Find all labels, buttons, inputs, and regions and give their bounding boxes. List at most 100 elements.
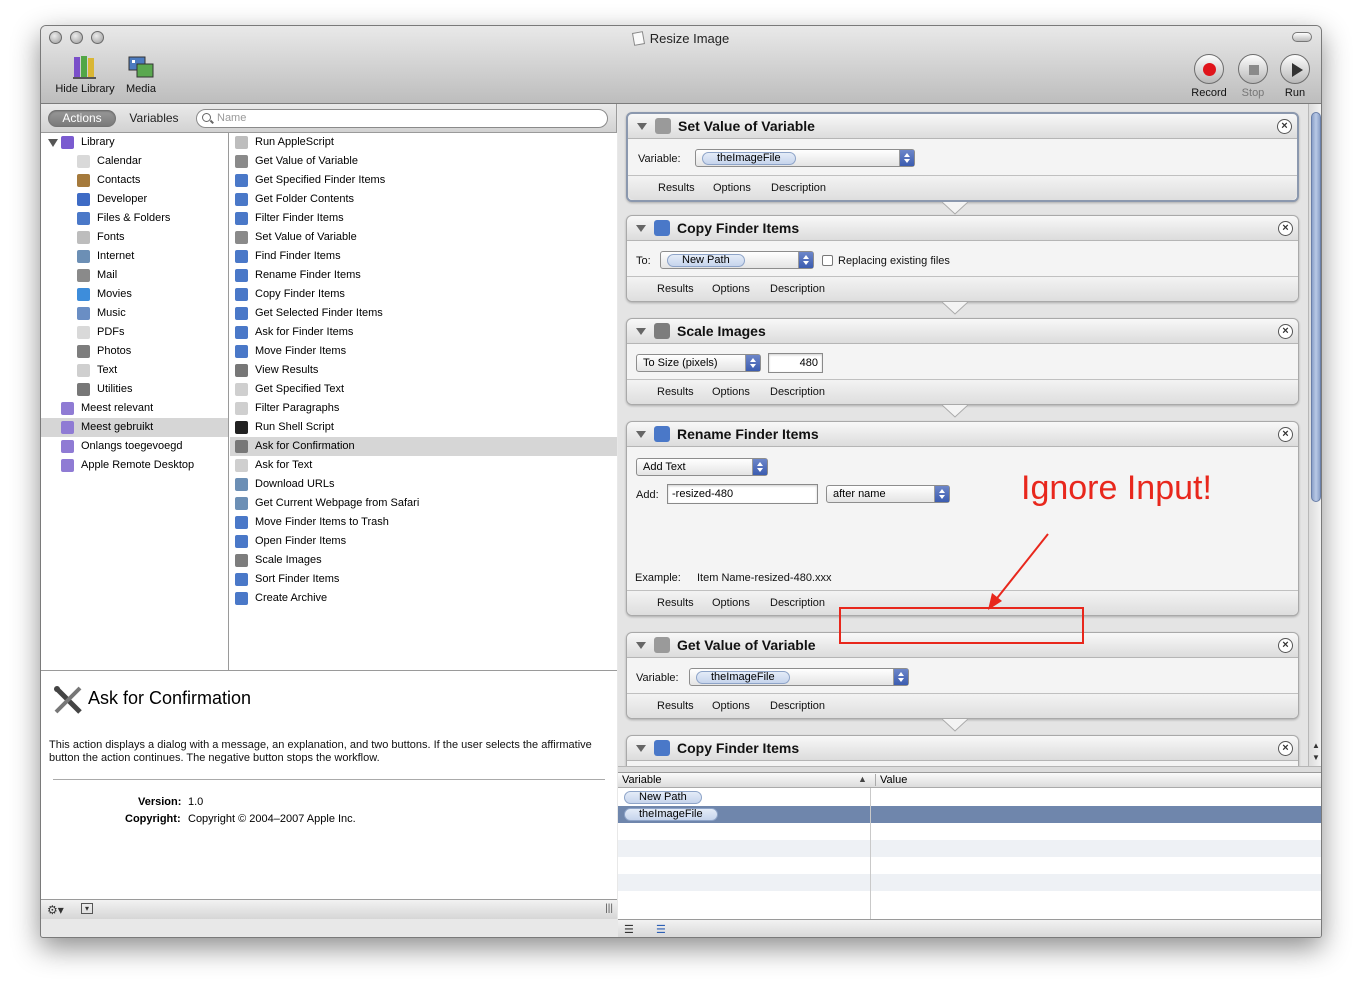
add-text-field[interactable]: -resized-480 [667, 484, 818, 504]
actions-tab[interactable]: Actions [48, 110, 116, 127]
close-action-icon[interactable]: × [1278, 221, 1293, 236]
search-input[interactable]: Name [196, 109, 608, 128]
sidebar-item[interactable]: Photos [41, 342, 228, 361]
action-list-item[interactable]: Set Value of Variable [230, 228, 617, 247]
results-tab[interactable]: Results [658, 182, 695, 194]
options-tab[interactable]: Options [712, 700, 750, 712]
gear-icon[interactable]: ⚙▾ [47, 903, 64, 917]
sidebar-item[interactable]: Files & Folders [41, 209, 228, 228]
description-tab[interactable]: Description [771, 182, 826, 194]
rename-finder-items-action[interactable]: Rename Finder Items × Add Text Add: -res… [626, 421, 1299, 616]
action-list-item[interactable]: Sort Finder Items [230, 570, 617, 589]
disclosure-triangle-icon[interactable] [48, 139, 58, 147]
sidebar-item[interactable]: Library [41, 133, 228, 152]
variable-popup[interactable]: theImageFile [695, 149, 915, 167]
table-row[interactable]: New Path [618, 789, 1321, 806]
action-list-item[interactable]: Get Selected Finder Items [230, 304, 617, 323]
sidebar-item[interactable]: Calendar [41, 152, 228, 171]
resize-handle-icon[interactable]: ||| [605, 903, 613, 914]
toggle-description-button[interactable]: ▾ [81, 903, 93, 914]
replace-checkbox[interactable] [822, 255, 833, 266]
action-list-item[interactable]: Ask for Text [230, 456, 617, 475]
options-tab[interactable]: Options [712, 597, 750, 609]
close-action-icon[interactable]: × [1278, 741, 1293, 756]
hide-library-button[interactable]: Hide Library [50, 54, 120, 95]
action-list-item[interactable]: Filter Finder Items [230, 209, 617, 228]
size-field[interactable]: 480 [768, 353, 823, 373]
action-list-item[interactable]: Get Folder Contents [230, 190, 617, 209]
disclosure-triangle-icon[interactable] [636, 642, 646, 649]
scrollbar-thumb[interactable] [1311, 112, 1321, 502]
sidebar-item[interactable]: Utilities [41, 380, 228, 399]
close-action-icon[interactable]: × [1278, 324, 1293, 339]
options-tab[interactable]: Options [713, 182, 751, 194]
description-tab[interactable]: Description [770, 283, 825, 295]
action-list-item[interactable]: Filter Paragraphs [230, 399, 617, 418]
variable-column-header[interactable]: Variable [622, 774, 662, 786]
stop-button[interactable]: Stop [1233, 54, 1273, 99]
scroll-up-icon[interactable]: ▲ [1312, 741, 1320, 750]
action-list-item[interactable]: Open Finder Items [230, 532, 617, 551]
sidebar-item[interactable]: PDFs [41, 323, 228, 342]
action-list-item[interactable]: Copy Finder Items [230, 285, 617, 304]
sidebar-item[interactable]: Music [41, 304, 228, 323]
destination-popup[interactable]: New Path [660, 251, 814, 269]
sidebar-item[interactable]: Movies [41, 285, 228, 304]
copy-finder-items-action-2[interactable]: Copy Finder Items × [626, 735, 1299, 766]
action-list-item[interactable]: Move Finder Items to Trash [230, 513, 617, 532]
sidebar-item[interactable]: Fonts [41, 228, 228, 247]
action-list-item[interactable]: Get Current Webpage from Safari [230, 494, 617, 513]
options-tab[interactable]: Options [712, 283, 750, 295]
variables-tab[interactable]: Variables [121, 110, 187, 127]
sidebar-item[interactable]: Meest gebruikt [41, 418, 228, 437]
action-list-item[interactable]: Run Shell Script [230, 418, 617, 437]
disclosure-triangle-icon[interactable] [636, 225, 646, 232]
action-list-item[interactable]: Find Finder Items [230, 247, 617, 266]
action-list-item[interactable]: Get Specified Text [230, 380, 617, 399]
sidebar-item[interactable]: Contacts [41, 171, 228, 190]
action-list-item[interactable]: Ask for Confirmation [230, 437, 617, 456]
rename-mode-popup[interactable]: Add Text [636, 458, 768, 476]
variable-popup[interactable]: theImageFile [689, 668, 909, 686]
disclosure-triangle-icon[interactable] [636, 745, 646, 752]
list-view-icon[interactable]: ☰ [624, 923, 634, 936]
close-action-icon[interactable]: × [1277, 119, 1292, 134]
scale-mode-popup[interactable]: To Size (pixels) [636, 354, 761, 372]
sidebar-item[interactable]: Onlangs toegevoegd [41, 437, 228, 456]
sidebar-item[interactable]: Internet [41, 247, 228, 266]
sidebar-item[interactable]: Mail [41, 266, 228, 285]
action-list-item[interactable]: View Results [230, 361, 617, 380]
close-action-icon[interactable]: × [1278, 427, 1293, 442]
sidebar-item[interactable]: Developer [41, 190, 228, 209]
action-list-item[interactable]: Move Finder Items [230, 342, 617, 361]
results-tab[interactable]: Results [657, 283, 694, 295]
variables-view-icon[interactable]: ☰ [656, 923, 666, 936]
copy-finder-items-action[interactable]: Copy Finder Items × To: New Path Replaci… [626, 215, 1299, 302]
set-value-of-variable-action[interactable]: Set Value of Variable × Variable: theIma… [626, 112, 1299, 202]
get-value-of-variable-action[interactable]: Get Value of Variable × Variable: theIma… [626, 632, 1299, 719]
action-list-item[interactable]: Get Value of Variable [230, 152, 617, 171]
action-list-item[interactable]: Rename Finder Items [230, 266, 617, 285]
description-tab[interactable]: Description [770, 700, 825, 712]
table-row-selected[interactable]: theImageFile [618, 806, 1321, 823]
action-list-item[interactable]: Run AppleScript [230, 133, 617, 152]
disclosure-triangle-icon[interactable] [636, 431, 646, 438]
action-list-item[interactable]: Download URLs [230, 475, 617, 494]
scale-images-action[interactable]: Scale Images × To Size (pixels) 480 Resu… [626, 318, 1299, 405]
record-button[interactable]: Record [1187, 54, 1231, 99]
toolbar-toggle-button[interactable] [1292, 32, 1312, 42]
options-tab[interactable]: Options [712, 386, 750, 398]
position-popup[interactable]: after name [826, 485, 950, 503]
disclosure-triangle-icon[interactable] [637, 123, 647, 130]
sidebar-item[interactable]: Meest relevant [41, 399, 228, 418]
scroll-down-icon[interactable]: ▼ [1312, 753, 1320, 762]
run-button[interactable]: Run [1275, 54, 1315, 99]
description-tab[interactable]: Description [770, 597, 825, 609]
results-tab[interactable]: Results [657, 597, 694, 609]
results-tab[interactable]: Results [657, 386, 694, 398]
action-list-item[interactable]: Create Archive [230, 589, 617, 608]
sidebar-item[interactable]: Text [41, 361, 228, 380]
action-list-item[interactable]: Ask for Finder Items [230, 323, 617, 342]
value-column-header[interactable]: Value [875, 774, 907, 786]
media-button[interactable]: Media [123, 54, 159, 95]
